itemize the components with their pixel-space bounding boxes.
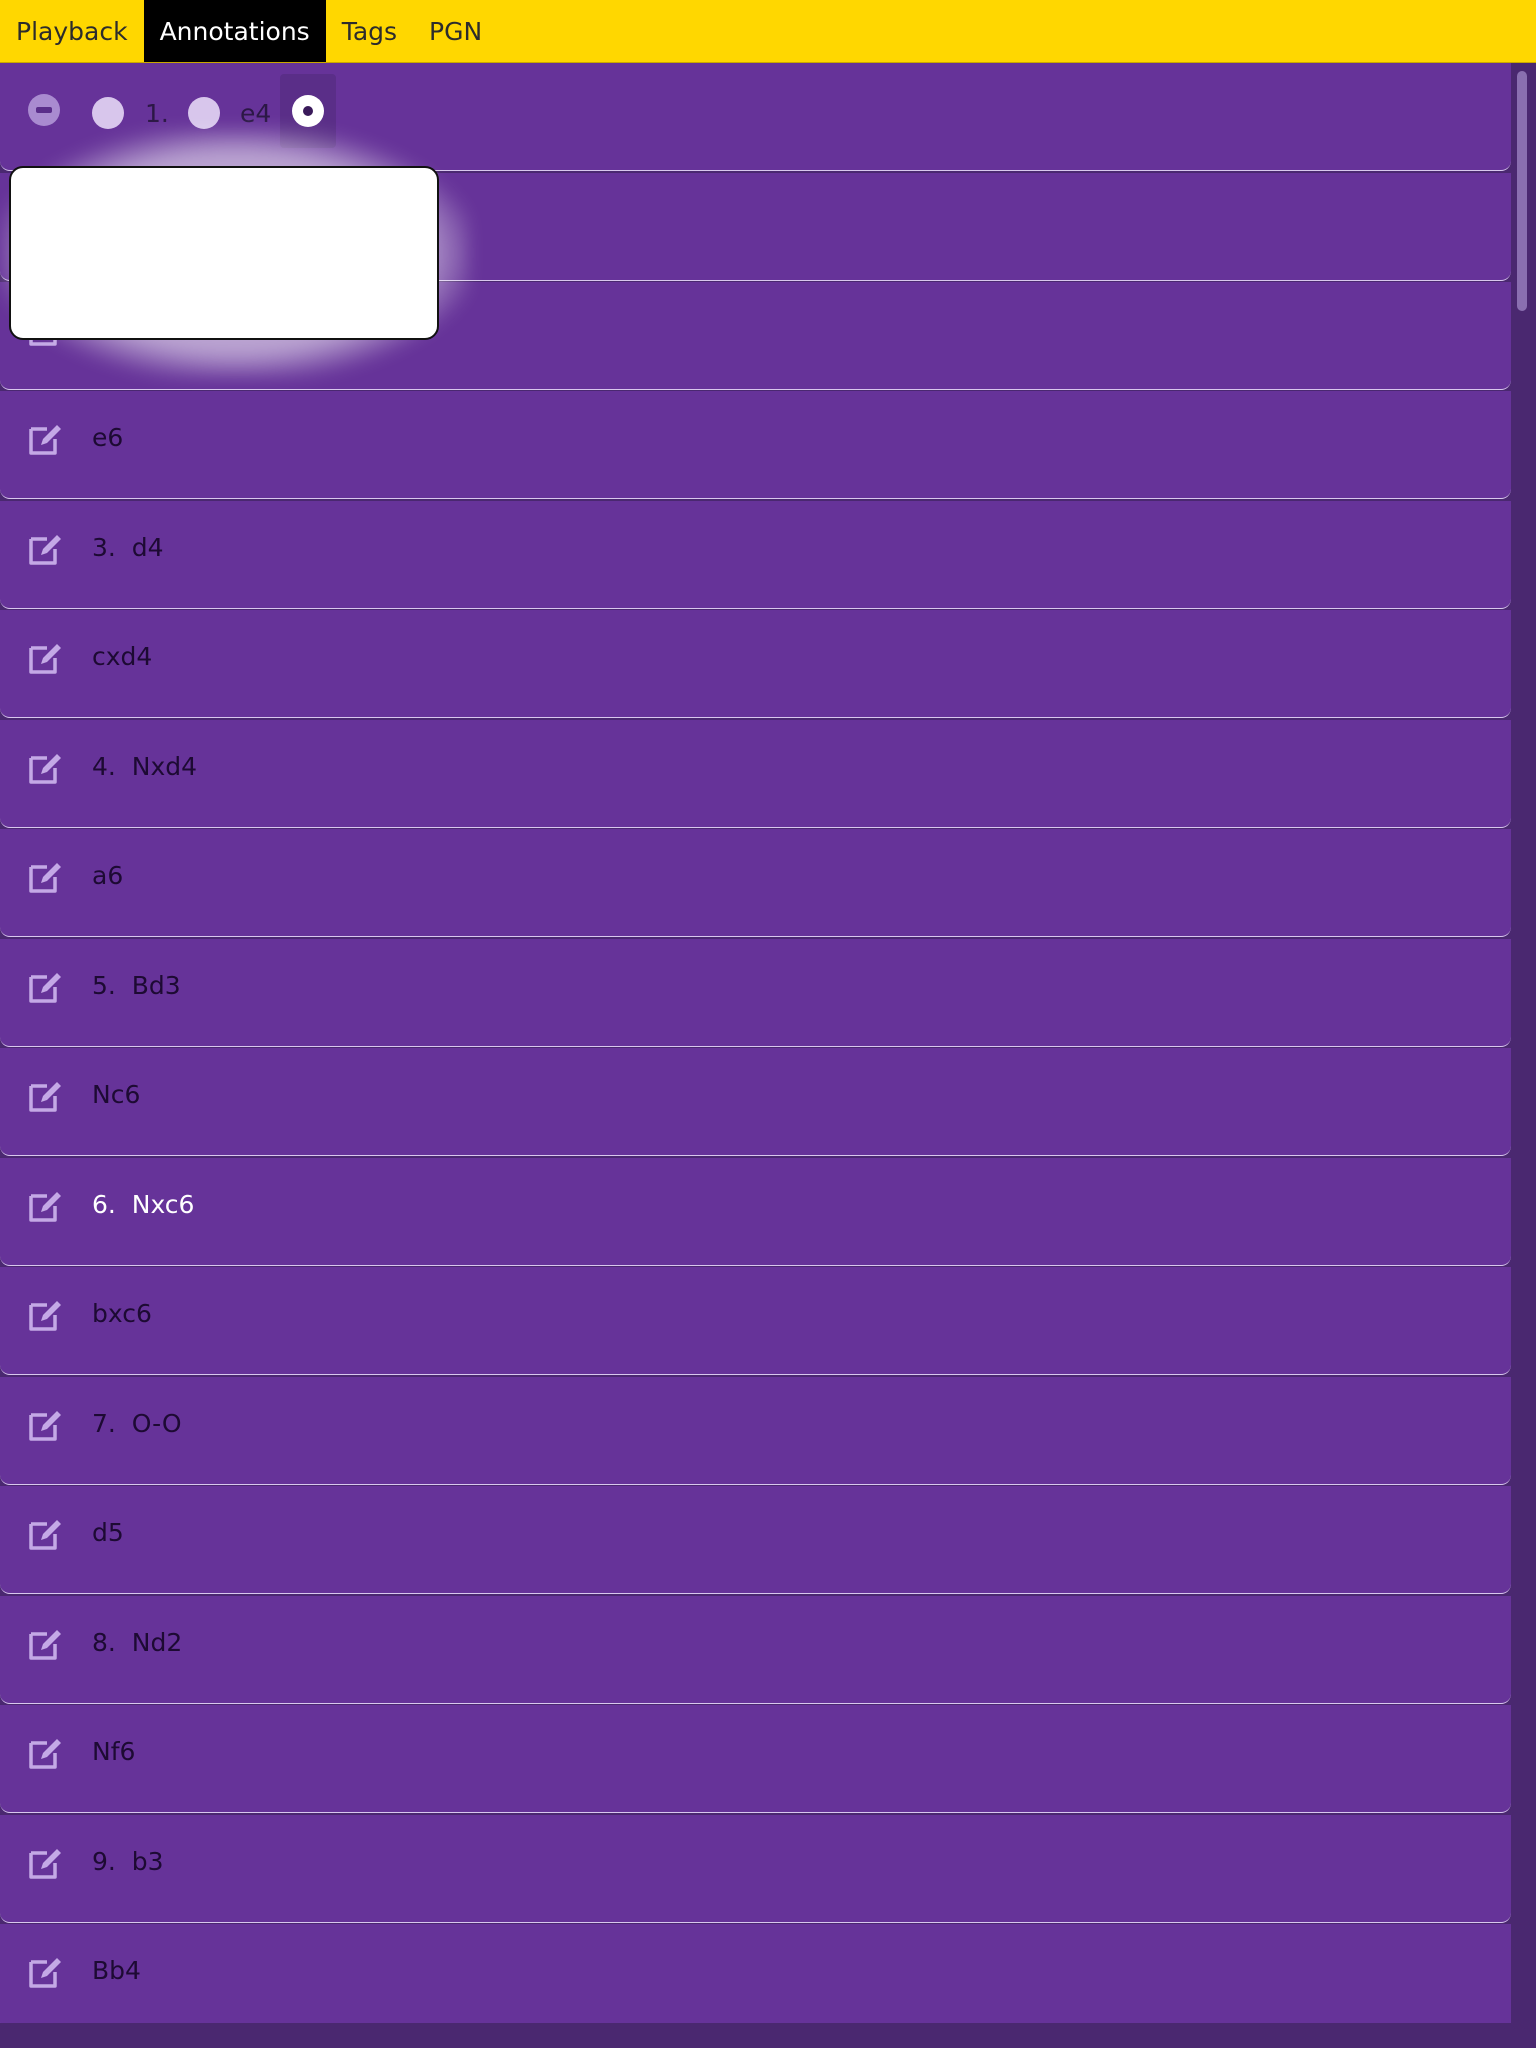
move-label[interactable]: 5. Bd3 [92, 971, 181, 1000]
edit-icon[interactable] [27, 1078, 63, 1114]
radio-selected-icon[interactable] [292, 95, 324, 127]
minus-circle-icon[interactable] [28, 94, 60, 126]
move-label[interactable]: 6. Nxc6 [92, 1190, 194, 1219]
edit-icon[interactable] [27, 1954, 63, 1990]
edit-icon[interactable] [27, 531, 63, 567]
move-label: e4 [240, 99, 272, 128]
list-item: Nf6 [0, 1705, 1511, 1813]
edit-icon[interactable] [27, 859, 63, 895]
edit-icon[interactable] [27, 1735, 63, 1771]
list-item: 4. Nxd4 [0, 719, 1511, 828]
list-item: 9. b3 [0, 1814, 1511, 1923]
move-label[interactable]: 4. Nxd4 [92, 752, 197, 781]
edit-icon[interactable] [27, 750, 63, 786]
edit-icon[interactable] [27, 1845, 63, 1881]
list-item: 5. Bd3 [0, 938, 1511, 1047]
scrollbar[interactable] [1511, 63, 1536, 2023]
move-label[interactable]: d5 [92, 1518, 124, 1547]
tab-annotations[interactable]: Annotations [143, 0, 326, 62]
move-label[interactable]: Nf6 [92, 1737, 135, 1766]
tab-tags[interactable]: Tags [326, 0, 413, 62]
edit-icon[interactable] [27, 969, 63, 1005]
list-item: d5 [0, 1486, 1511, 1594]
annotation-popup[interactable] [9, 166, 439, 340]
move-label[interactable]: Nc6 [92, 1080, 140, 1109]
move-label[interactable]: e6 [92, 423, 123, 452]
bottom-strip [0, 2023, 1536, 2048]
move-label[interactable]: 3. d4 [92, 533, 164, 562]
move-label[interactable]: Bb4 [92, 1956, 141, 1985]
move-label[interactable]: 9. b3 [92, 1847, 164, 1876]
list-item: e6 [0, 391, 1511, 499]
move-label[interactable]: 8. Nd2 [92, 1628, 182, 1657]
list-item: Nc6 [0, 1048, 1511, 1156]
move-label[interactable]: a6 [92, 861, 123, 890]
list-item: bxc6 [0, 1267, 1511, 1375]
move-label[interactable]: 7. O-O [92, 1409, 182, 1438]
move-label[interactable]: bxc6 [92, 1299, 152, 1328]
list-item: cxd4 [0, 610, 1511, 718]
edit-icon[interactable] [27, 1626, 63, 1662]
edit-icon[interactable] [27, 640, 63, 676]
edit-icon[interactable] [27, 1188, 63, 1224]
edit-icon[interactable] [27, 421, 63, 457]
list-item: a6 [0, 829, 1511, 937]
move-number: 1. [145, 99, 169, 128]
tab-pgn[interactable]: PGN [413, 0, 498, 62]
tab-bar: Playback Annotations Tags PGN [0, 0, 1536, 63]
edit-icon[interactable] [27, 1407, 63, 1443]
scrollbar-thumb[interactable] [1517, 71, 1527, 311]
tab-playback[interactable]: Playback [0, 0, 144, 62]
radio-icon[interactable] [92, 97, 124, 129]
list-item: 3. d4 [0, 500, 1511, 609]
edit-icon[interactable] [27, 1297, 63, 1333]
list-item: 8. Nd2 [0, 1595, 1511, 1704]
list-item: 6. Nxc6 [0, 1157, 1511, 1266]
move-label[interactable]: cxd4 [92, 642, 152, 671]
list-item: Bb4 [0, 1924, 1511, 2023]
list-item: 7. O-O [0, 1376, 1511, 1485]
edit-icon[interactable] [27, 1516, 63, 1552]
radio-icon[interactable] [188, 97, 220, 129]
